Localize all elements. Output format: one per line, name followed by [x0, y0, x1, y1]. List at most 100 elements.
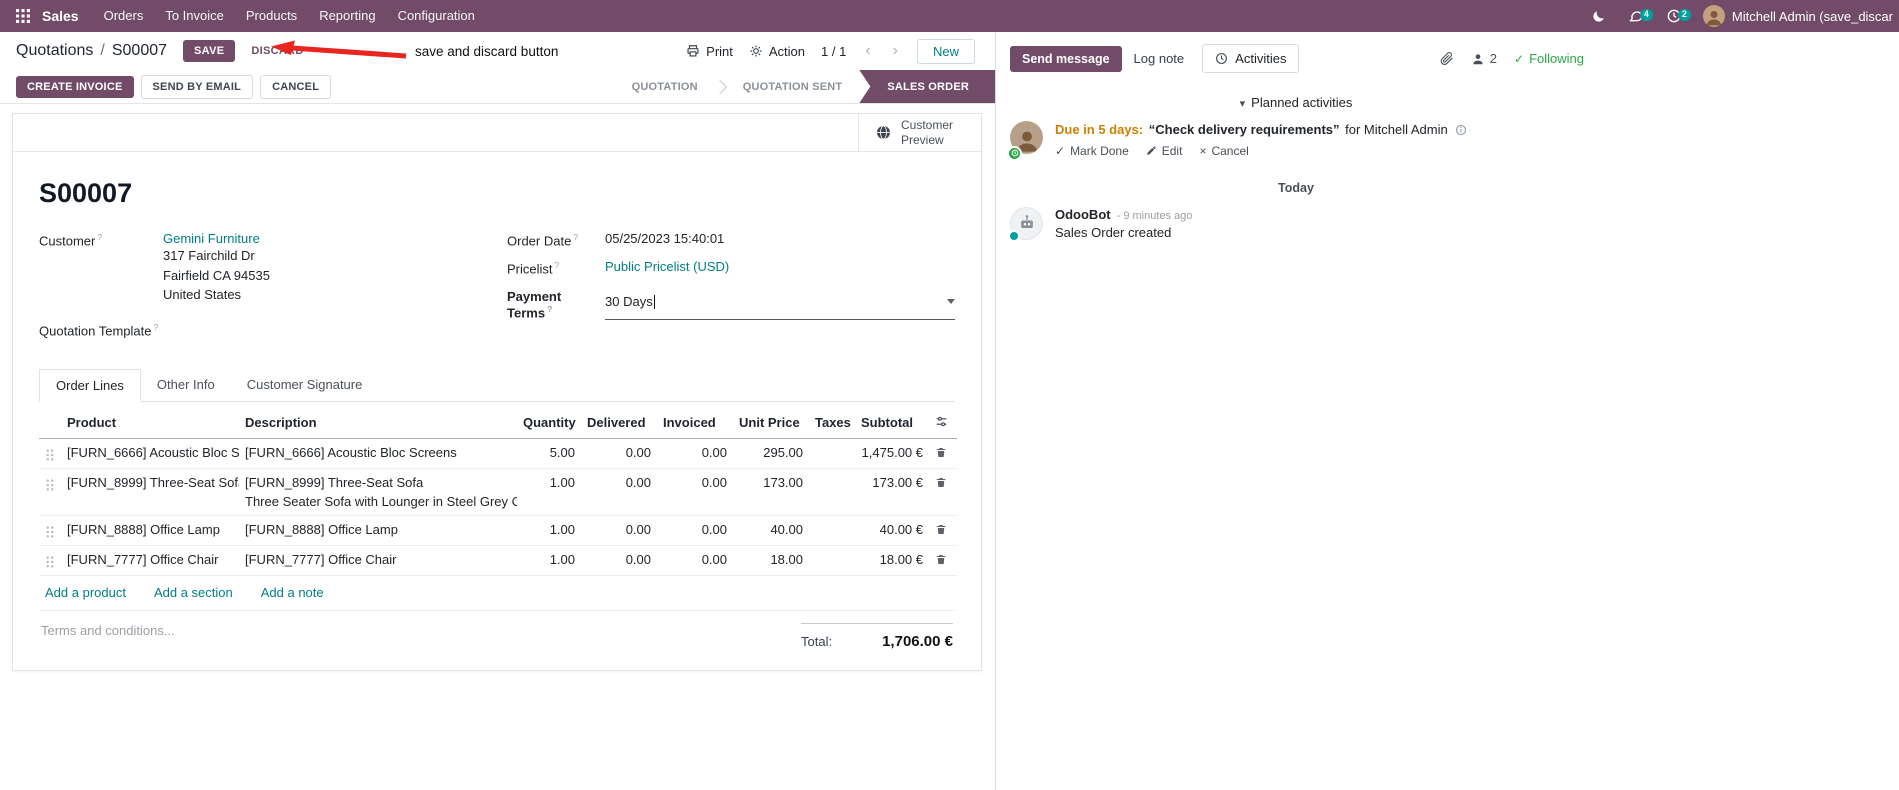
cell-unit-price[interactable]: 295.00 — [733, 438, 809, 469]
optional-columns-icon[interactable] — [929, 407, 957, 439]
app-name[interactable]: Sales — [42, 8, 79, 24]
cell-unit-price[interactable]: 173.00 — [733, 468, 809, 516]
cell-taxes[interactable] — [809, 515, 855, 546]
header-description[interactable]: Description — [239, 407, 517, 439]
discard-button[interactable]: DISCARD — [243, 40, 311, 62]
cell-quantity[interactable]: 1.00 — [517, 515, 581, 546]
cell-product[interactable]: [FURN_8999] Three-Seat Sofa — [61, 468, 239, 516]
save-button[interactable]: SAVE — [183, 40, 236, 62]
payment-terms-input[interactable]: 30 Days — [605, 288, 955, 320]
user-avatar[interactable] — [1702, 5, 1725, 27]
delete-line-icon[interactable] — [929, 438, 957, 469]
menu-orders[interactable]: Orders — [93, 0, 155, 32]
cell-quantity[interactable]: 5.00 — [517, 438, 581, 469]
message-author[interactable]: OdooBot — [1055, 207, 1111, 222]
cell-taxes[interactable] — [809, 468, 855, 516]
pricelist-value[interactable]: Public Pricelist (USD) — [605, 259, 729, 276]
cell-description[interactable]: [FURN_6666] Acoustic Bloc Screens — [239, 438, 517, 469]
info-icon[interactable] — [1455, 124, 1467, 136]
header-taxes[interactable]: Taxes — [809, 407, 855, 439]
menu-to-invoice[interactable]: To Invoice — [154, 0, 235, 32]
cell-product[interactable]: [FURN_8888] Office Lamp — [61, 515, 239, 546]
cell-description[interactable]: [FURN_8888] Office Lamp — [239, 515, 517, 546]
cell-invoiced[interactable]: 0.00 — [657, 515, 733, 546]
status-quotation-sent[interactable]: QUOTATION SENT — [726, 70, 860, 103]
caret-down-icon[interactable] — [947, 299, 955, 305]
mark-done-button[interactable]: ✓ Mark Done — [1055, 144, 1129, 158]
customer-preview-button[interactable]: Customer Preview — [858, 114, 981, 151]
order-date-value[interactable]: 05/25/2023 15:40:01 — [605, 231, 724, 248]
menu-products[interactable]: Products — [235, 0, 308, 32]
dark-mode-moon-icon[interactable] — [1580, 9, 1617, 24]
pager-previous-icon[interactable]: ‹ — [862, 43, 873, 59]
order-line-row[interactable]: [FURN_8999] Three-Seat Sofa [FURN_8999] … — [39, 468, 957, 516]
header-subtotal[interactable]: Subtotal — [855, 407, 929, 439]
drag-handle-icon[interactable] — [39, 438, 61, 469]
cell-unit-price[interactable]: 18.00 — [733, 545, 809, 576]
following-button[interactable]: ✓ Following — [1514, 51, 1584, 66]
order-line-row[interactable]: [FURN_7777] Office Chair [FURN_7777] Off… — [39, 545, 957, 576]
delete-line-icon[interactable] — [929, 545, 957, 576]
cell-description[interactable]: [FURN_8999] Three-Seat Sofa Three Seater … — [239, 468, 517, 516]
drag-handle-icon[interactable] — [39, 545, 61, 576]
add-product-link[interactable]: Add a product — [45, 585, 126, 600]
action-button[interactable]: Action — [749, 44, 805, 59]
tab-other-info[interactable]: Other Info — [141, 369, 231, 401]
print-button[interactable]: Print — [686, 44, 733, 59]
drag-handle-icon[interactable] — [39, 468, 61, 516]
order-line-row[interactable]: [FURN_6666] Acoustic Bloc Screens [FURN_… — [39, 438, 957, 469]
followers-button[interactable]: 2 — [1471, 51, 1497, 66]
pager-next-icon[interactable]: › — [890, 43, 901, 59]
terms-placeholder[interactable]: Terms and conditions... — [41, 623, 175, 638]
activities-button[interactable]: Activities — [1202, 44, 1300, 73]
status-quotation[interactable]: QUOTATION — [615, 70, 715, 103]
create-invoice-button[interactable]: CREATE INVOICE — [16, 75, 134, 98]
delete-line-icon[interactable] — [929, 515, 957, 546]
send-by-email-button[interactable]: SEND BY EMAIL — [140, 74, 254, 99]
status-sales-order[interactable]: SALES ORDER — [859, 70, 995, 103]
cell-product[interactable]: [FURN_6666] Acoustic Bloc Screens — [61, 438, 239, 469]
cell-delivered[interactable]: 0.00 — [581, 438, 657, 469]
cell-delivered[interactable]: 0.00 — [581, 545, 657, 576]
cell-quantity[interactable]: 1.00 — [517, 545, 581, 576]
cell-description[interactable]: [FURN_7777] Office Chair — [239, 545, 517, 576]
messages-icon[interactable]: 4 — [1617, 8, 1655, 24]
activities-clock-icon[interactable]: 2 — [1655, 8, 1693, 24]
menu-reporting[interactable]: Reporting — [308, 0, 386, 32]
cell-delivered[interactable]: 0.00 — [581, 515, 657, 546]
log-note-button[interactable]: Log note — [1122, 45, 1197, 72]
delete-line-icon[interactable] — [929, 468, 957, 516]
cell-invoiced[interactable]: 0.00 — [657, 545, 733, 576]
edit-activity-button[interactable]: Edit — [1146, 144, 1182, 158]
cancel-button[interactable]: CANCEL — [260, 74, 332, 99]
cell-quantity[interactable]: 1.00 — [517, 468, 581, 516]
drag-handle-icon[interactable] — [39, 515, 61, 546]
cell-product[interactable]: [FURN_7777] Office Chair — [61, 545, 239, 576]
header-invoiced[interactable]: Invoiced — [657, 407, 733, 439]
header-product[interactable]: Product — [61, 407, 239, 439]
apps-menu-icon[interactable] — [6, 9, 40, 23]
planned-activities-header[interactable]: ▾ Planned activities — [996, 95, 1596, 110]
header-unit-price[interactable]: Unit Price — [733, 407, 809, 439]
new-button[interactable]: New — [916, 38, 975, 64]
cell-unit-price[interactable]: 40.00 — [733, 515, 809, 546]
menu-configuration[interactable]: Configuration — [387, 0, 486, 32]
cell-invoiced[interactable]: 0.00 — [657, 438, 733, 469]
add-section-link[interactable]: Add a section — [154, 585, 233, 600]
user-name[interactable]: Mitchell Admin (save_discar — [1732, 9, 1893, 24]
header-quantity[interactable]: Quantity — [517, 407, 581, 439]
tab-customer-signature[interactable]: Customer Signature — [231, 369, 379, 401]
cell-taxes[interactable] — [809, 545, 855, 576]
tab-order-lines[interactable]: Order Lines — [39, 368, 141, 402]
header-delivered[interactable]: Delivered — [581, 407, 657, 439]
add-note-link[interactable]: Add a note — [261, 585, 324, 600]
order-line-row[interactable]: [FURN_8888] Office Lamp [FURN_8888] Offi… — [39, 515, 957, 546]
cancel-activity-button[interactable]: × Cancel — [1199, 144, 1248, 158]
send-message-button[interactable]: Send message — [1010, 45, 1122, 72]
attachment-icon[interactable] — [1439, 51, 1454, 66]
cell-invoiced[interactable]: 0.00 — [657, 468, 733, 516]
cell-taxes[interactable] — [809, 438, 855, 469]
breadcrumb-parent[interactable]: Quotations — [16, 42, 93, 60]
customer-link[interactable]: Gemini Furniture — [163, 231, 260, 246]
cell-delivered[interactable]: 0.00 — [581, 468, 657, 516]
